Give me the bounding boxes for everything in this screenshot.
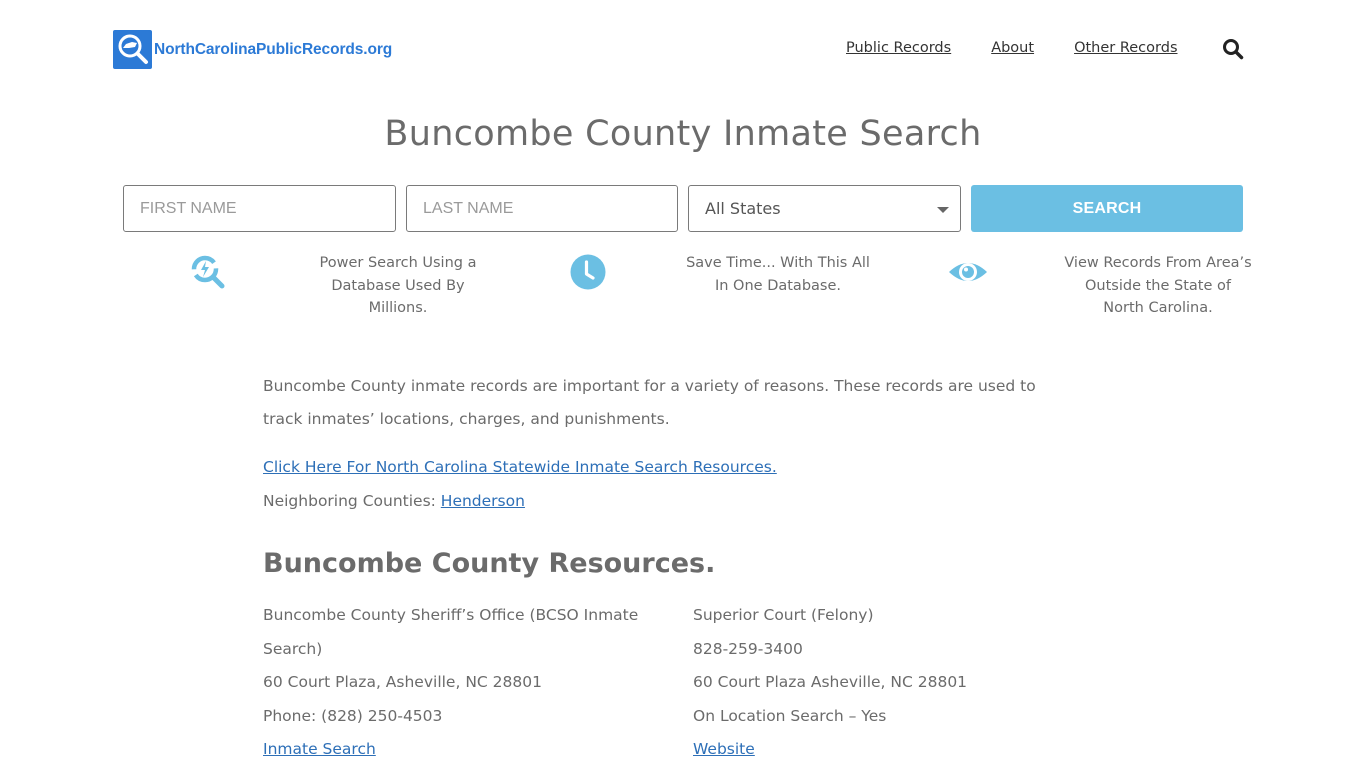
statewide-resources-link[interactable]: Click Here For North Carolina Statewide … bbox=[263, 458, 777, 476]
inmate-search-form: All States SEARCH bbox=[123, 185, 1243, 232]
neighbor-county-link-henderson[interactable]: Henderson bbox=[441, 492, 525, 510]
feature-text-power-search: Power Search Using a Database Used By Mi… bbox=[319, 255, 477, 316]
page-title: Buncombe County Inmate Search bbox=[384, 114, 982, 154]
website-link[interactable]: Website bbox=[693, 740, 755, 758]
eye-icon bbox=[948, 252, 988, 292]
site-logo[interactable]: NorthCarolinaPublicRecords.org bbox=[113, 30, 392, 69]
logo-text: NorthCarolinaPublicRecords.org bbox=[154, 40, 393, 58]
clock-icon bbox=[568, 252, 608, 292]
resources-title: Buncombe County Resources. bbox=[263, 548, 716, 579]
site-header: NorthCarolinaPublicRecords.org Public Re… bbox=[0, 0, 1366, 100]
state-select-value: All States bbox=[705, 199, 781, 218]
intro-paragraph: Buncombe County inmate records are impor… bbox=[263, 377, 1036, 428]
nav-public-records[interactable]: Public Records bbox=[846, 40, 951, 56]
resource-on-location: On Location Search – Yes bbox=[693, 706, 887, 725]
feature-text-view-records: View Records From Area’s Outside the Sta… bbox=[1064, 255, 1252, 316]
search-button[interactable]: SEARCH bbox=[971, 185, 1243, 232]
last-name-input[interactable] bbox=[406, 185, 678, 232]
feature-text-save-time: Save Time... With This All In One Databa… bbox=[686, 255, 870, 294]
resource-phone: 828-259-3400 bbox=[693, 639, 803, 658]
features-row: Power Search Using a Database Used By Mi… bbox=[0, 250, 1366, 330]
statewide-link-line: Click Here For North Carolina Statewide … bbox=[263, 450, 1063, 484]
inmate-search-link[interactable]: Inmate Search bbox=[263, 740, 376, 758]
neighboring-label: Neighboring Counties: bbox=[263, 492, 441, 510]
search-icon[interactable] bbox=[1222, 38, 1244, 60]
main-nav: Public Records About Other Records bbox=[846, 40, 1218, 56]
resource-name: Buncombe County Sheriff’s Office (BCSO I… bbox=[263, 606, 639, 658]
resource-address: 60 Court Plaza, Asheville, NC 28801 bbox=[263, 673, 542, 692]
chevron-down-icon bbox=[937, 207, 949, 213]
main-content: Buncombe County inmate records are impor… bbox=[263, 370, 1063, 518]
logo-magnifier-icon bbox=[113, 30, 152, 69]
resource-name: Superior Court (Felony) bbox=[693, 606, 874, 624]
nav-other-records[interactable]: Other Records bbox=[1074, 40, 1177, 56]
resource-address: 60 Court Plaza Asheville, NC 28801 bbox=[693, 673, 968, 692]
resource-phone: Phone: (828) 250-4503 bbox=[263, 706, 443, 725]
power-search-icon bbox=[188, 252, 228, 292]
nav-about[interactable]: About bbox=[991, 40, 1034, 56]
state-select[interactable]: All States bbox=[688, 185, 961, 232]
first-name-input[interactable] bbox=[123, 185, 396, 232]
resource-sheriff: Buncombe County Sheriff’s Office (BCSO I… bbox=[263, 599, 663, 767]
neighboring-counties: Neighboring Counties: Henderson bbox=[263, 484, 1063, 518]
resource-superior-court: Superior Court (Felony) 828-259-3400 60 … bbox=[693, 599, 1093, 767]
